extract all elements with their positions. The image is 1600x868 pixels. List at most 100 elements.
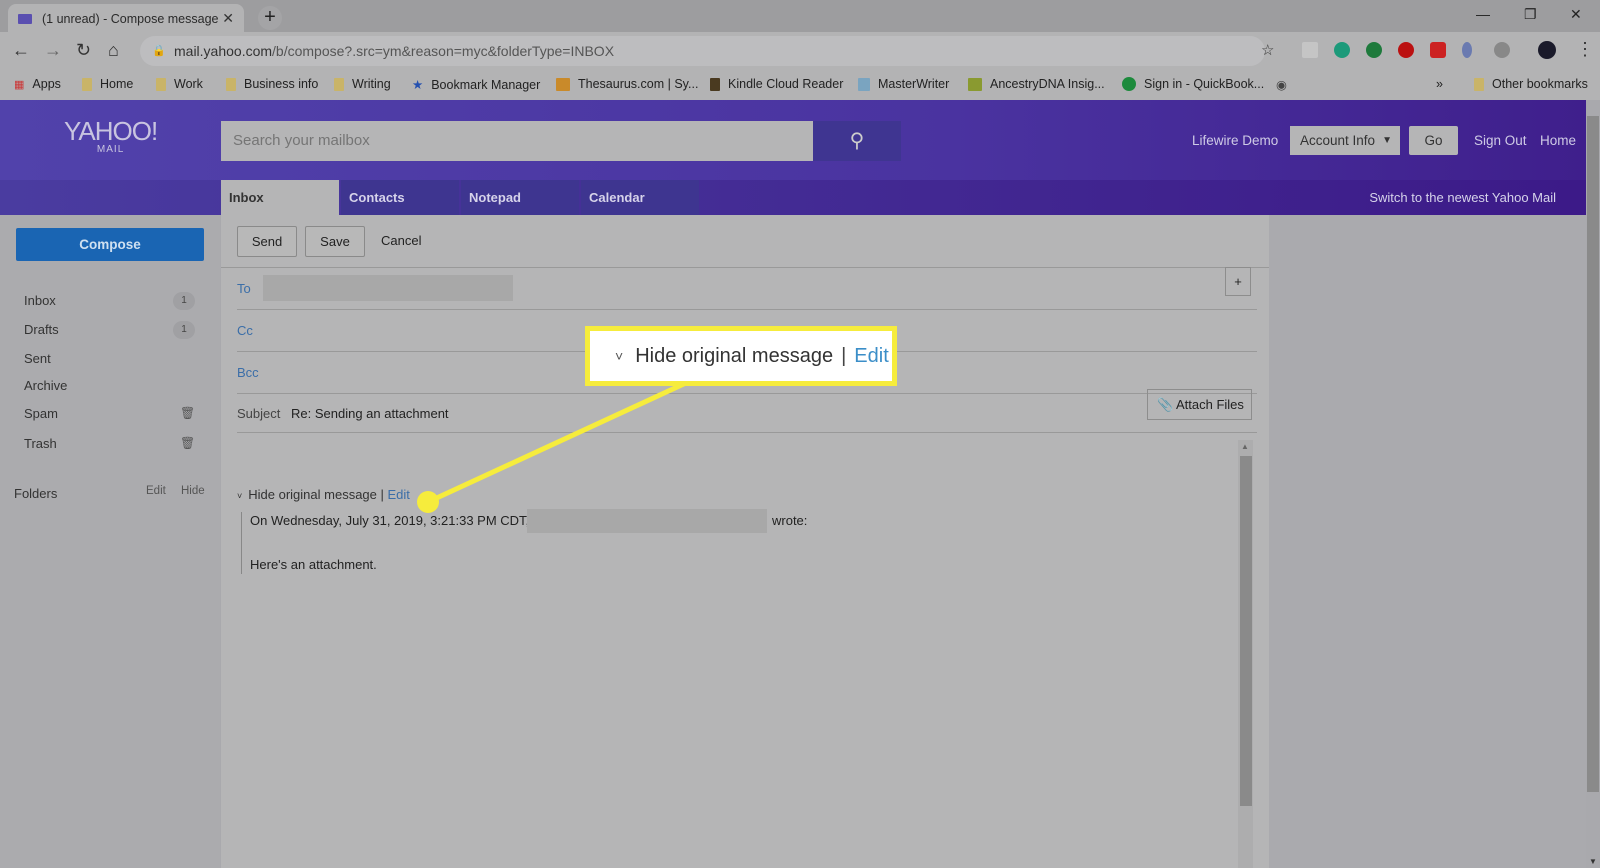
save-button[interactable]: Save: [305, 226, 365, 257]
dropdown-caret-icon: ▼: [1382, 135, 1392, 146]
sign-out-link[interactable]: Sign Out: [1474, 133, 1527, 148]
hide-original-toggle[interactable]: ˅ Hide original message | Edit: [237, 487, 410, 502]
apps-grid-icon: ▦: [14, 78, 25, 91]
document-ext-icon[interactable]: [1302, 42, 1318, 58]
tab-contacts[interactable]: Contacts: [341, 180, 459, 215]
folder-spam[interactable]: Spam: [24, 406, 58, 421]
bookmark-apps[interactable]: ▦ Apps: [14, 77, 61, 91]
bookmark-star-icon[interactable]: ☆: [1261, 41, 1274, 59]
close-window-icon[interactable]: ✕: [1570, 6, 1582, 23]
page-scrollbar[interactable]: ▼: [1586, 100, 1600, 868]
folder-icon: [156, 77, 166, 91]
back-icon[interactable]: ←: [12, 40, 30, 61]
search-input[interactable]: [221, 121, 813, 161]
adblock-icon[interactable]: [1398, 42, 1414, 58]
account-info-select[interactable]: Account Info ▼: [1290, 126, 1400, 155]
drive-icon[interactable]: [1494, 42, 1510, 58]
callout-edit: Edit: [854, 344, 889, 367]
evernote-icon[interactable]: [1366, 42, 1382, 58]
paperclip-icon: 📎: [1157, 397, 1174, 412]
home-link[interactable]: Home: [1540, 133, 1576, 148]
tab-inbox[interactable]: Inbox: [221, 180, 339, 215]
cancel-button[interactable]: Cancel: [381, 233, 421, 248]
bookmark-globe[interactable]: ◉: [1276, 77, 1287, 92]
bcc-label[interactable]: Bcc: [237, 365, 259, 380]
bookmark-other[interactable]: Other bookmarks: [1474, 77, 1588, 91]
ext-icon[interactable]: [1462, 42, 1472, 58]
restore-icon[interactable]: ❐: [1524, 6, 1537, 23]
folder-icon: [226, 77, 236, 91]
more-bookmarks-icon[interactable]: »: [1436, 77, 1443, 91]
search-icon: ⚲: [849, 130, 865, 152]
quote-wrote: wrote:: [772, 513, 808, 528]
folder-inbox[interactable]: Inbox: [24, 293, 56, 308]
body-scrollbar[interactable]: ▲: [1238, 440, 1253, 868]
attach-files-button[interactable]: 📎 Attach Files: [1147, 389, 1252, 420]
close-tab-icon[interactable]: ✕: [222, 10, 234, 27]
bookmark-business-info[interactable]: Business info: [226, 77, 318, 91]
menu-icon[interactable]: ⋮: [1576, 39, 1594, 60]
go-button[interactable]: Go: [1409, 126, 1458, 155]
scroll-up-icon[interactable]: ▲: [1241, 442, 1249, 451]
edit-original-link[interactable]: Edit: [388, 487, 410, 502]
folders-header: Folders: [14, 486, 58, 501]
browser-tab[interactable]: (1 unread) - Compose message - ✕: [8, 4, 244, 33]
bookmark-thesaurus[interactable]: Thesaurus.com | Sy...: [556, 77, 698, 91]
scrollbar-thumb[interactable]: [1240, 456, 1252, 806]
folder-drafts[interactable]: Drafts: [24, 322, 59, 337]
bookmark-work[interactable]: Work: [156, 77, 203, 91]
tab-calendar[interactable]: Calendar: [581, 180, 699, 215]
bookmark-kindle[interactable]: Kindle Cloud Reader: [710, 77, 843, 91]
masterwriter-icon: [858, 77, 870, 91]
url-path: /b/compose?.src=ym&reason=myc&folderType…: [272, 43, 615, 59]
quoted-message-bar: [241, 512, 250, 574]
yahoo-mail-logo[interactable]: YAHOO! MAIL: [64, 118, 158, 156]
forward-icon[interactable]: →: [44, 40, 62, 61]
compose-button[interactable]: Compose: [16, 228, 204, 261]
empty-trash-icon[interactable]: 🗑: [180, 436, 195, 450]
search-button[interactable]: ⚲: [813, 121, 901, 161]
profile-avatar[interactable]: [1538, 41, 1556, 59]
bookmark-manager[interactable]: ★ Bookmark Manager: [412, 77, 540, 93]
subject-input[interactable]: Re: Sending an attachment: [291, 406, 449, 421]
bookmark-home[interactable]: Home: [82, 77, 133, 91]
folder-sent[interactable]: Sent: [24, 351, 51, 366]
globe-icon: ◉: [1276, 78, 1287, 92]
bookmark-masterwriter[interactable]: MasterWriter: [858, 77, 949, 91]
folders-edit-link[interactable]: Edit: [146, 485, 166, 497]
minimize-icon[interactable]: —: [1476, 6, 1490, 22]
folders-hide-link[interactable]: Hide: [181, 485, 205, 497]
grammarly-icon[interactable]: [1334, 42, 1350, 58]
cc-label[interactable]: Cc: [237, 323, 253, 338]
drafts-count-badge: 1: [173, 321, 195, 339]
browser-tab-strip: (1 unread) - Compose message - ✕ + — ❐ ✕: [0, 0, 1600, 33]
sidebar: Compose Inbox 1 Drafts 1 Sent Archive Sp…: [0, 215, 220, 868]
sender-redacted: [527, 509, 767, 533]
bookmark-writing[interactable]: Writing: [334, 77, 391, 91]
add-recipient-button[interactable]: +: [1225, 267, 1251, 296]
url-host: mail.yahoo.com: [174, 43, 273, 59]
folder-archive[interactable]: Archive: [24, 378, 67, 393]
to-label[interactable]: To: [237, 281, 251, 296]
address-bar[interactable]: 🔒 mail.yahoo.com/b/compose?.src=ym&reaso…: [140, 36, 1265, 66]
pause-ext-icon[interactable]: [1430, 42, 1446, 58]
bookmark-quickbooks[interactable]: Sign in - QuickBook...: [1122, 77, 1264, 91]
callout-text: Hide original message: [635, 344, 834, 367]
tab-notepad[interactable]: Notepad: [461, 180, 579, 215]
home-icon[interactable]: ⌂: [108, 40, 119, 61]
send-button[interactable]: Send: [237, 226, 297, 257]
divider: [237, 393, 1257, 394]
empty-spam-icon[interactable]: 🗑: [180, 406, 195, 420]
scroll-down-icon[interactable]: ▼: [1589, 857, 1597, 866]
switch-newest-link[interactable]: Switch to the newest Yahoo Mail: [1369, 190, 1556, 205]
new-tab-button[interactable]: +: [258, 6, 282, 30]
divider: [221, 267, 1269, 268]
bookmark-ancestry[interactable]: AncestryDNA Insig...: [968, 77, 1105, 91]
reload-icon[interactable]: ↻: [76, 40, 91, 61]
folder-icon: [334, 77, 344, 91]
browser-toolbar: ← → ↻ ⌂ 🔒 mail.yahoo.com/b/compose?.src=…: [0, 32, 1600, 70]
tab-title: (1 unread) - Compose message -: [42, 11, 223, 26]
to-recipient-redacted[interactable]: [263, 275, 513, 301]
page-scrollbar-thumb[interactable]: [1587, 116, 1599, 792]
folder-trash[interactable]: Trash: [24, 436, 57, 451]
